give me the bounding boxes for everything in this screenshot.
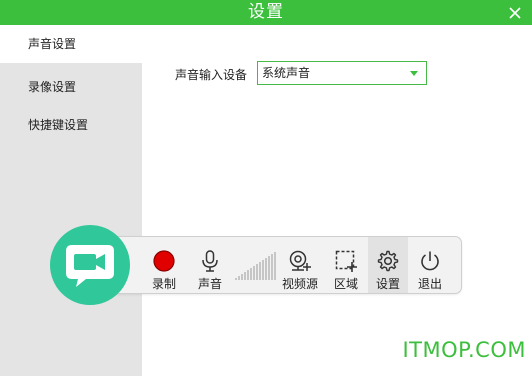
title-bar: 设置 — [0, 0, 532, 25]
exit-button[interactable]: 退出 — [409, 237, 451, 293]
camera-chat-icon — [66, 245, 114, 287]
dropdown-arrow-icon — [410, 71, 418, 76]
camera-app-button[interactable] — [50, 225, 130, 305]
record-button[interactable]: 录制 — [143, 237, 185, 293]
sound-label: 声音 — [197, 277, 222, 291]
close-button[interactable] — [504, 0, 526, 25]
sidebar-item-hotkeys[interactable]: 快捷键设置 — [0, 106, 142, 144]
power-icon — [421, 251, 439, 271]
watermark: ITMOP.COM — [402, 338, 526, 362]
settings-label: 设置 — [375, 277, 400, 291]
volume-level-icon — [235, 252, 276, 280]
region-label: 区域 — [333, 277, 358, 291]
sound-button[interactable]: 声音 — [189, 237, 231, 293]
close-icon — [509, 7, 521, 19]
window-title: 设置 — [248, 2, 284, 22]
webcam-icon — [289, 250, 311, 271]
recorder-toolbar: 录制 声音 视频源 区域 设置 退出 — [108, 236, 462, 294]
settings-sidebar: 声音设置 录像设置 快捷键设置 — [0, 25, 142, 376]
region-button[interactable]: 区域 — [325, 237, 367, 293]
input-device-value: 系统声音 — [262, 66, 311, 80]
exit-label: 退出 — [417, 277, 442, 291]
settings-content: 声音输入设备 系统声音 — [142, 25, 532, 376]
record-label: 录制 — [151, 277, 176, 291]
sidebar-item-audio[interactable]: 声音设置 — [0, 25, 142, 63]
settings-button[interactable]: 设置 — [368, 237, 408, 293]
gear-icon — [377, 250, 399, 272]
microphone-icon — [202, 250, 218, 272]
input-device-label: 声音输入设备 — [175, 68, 248, 82]
region-select-icon — [335, 250, 357, 272]
sidebar-item-recording[interactable]: 录像设置 — [0, 68, 142, 106]
video-source-label: 视频源 — [281, 277, 318, 291]
input-device-select[interactable]: 系统声音 — [257, 61, 427, 85]
record-icon — [153, 250, 175, 272]
video-source-button[interactable]: 视频源 — [279, 237, 321, 293]
